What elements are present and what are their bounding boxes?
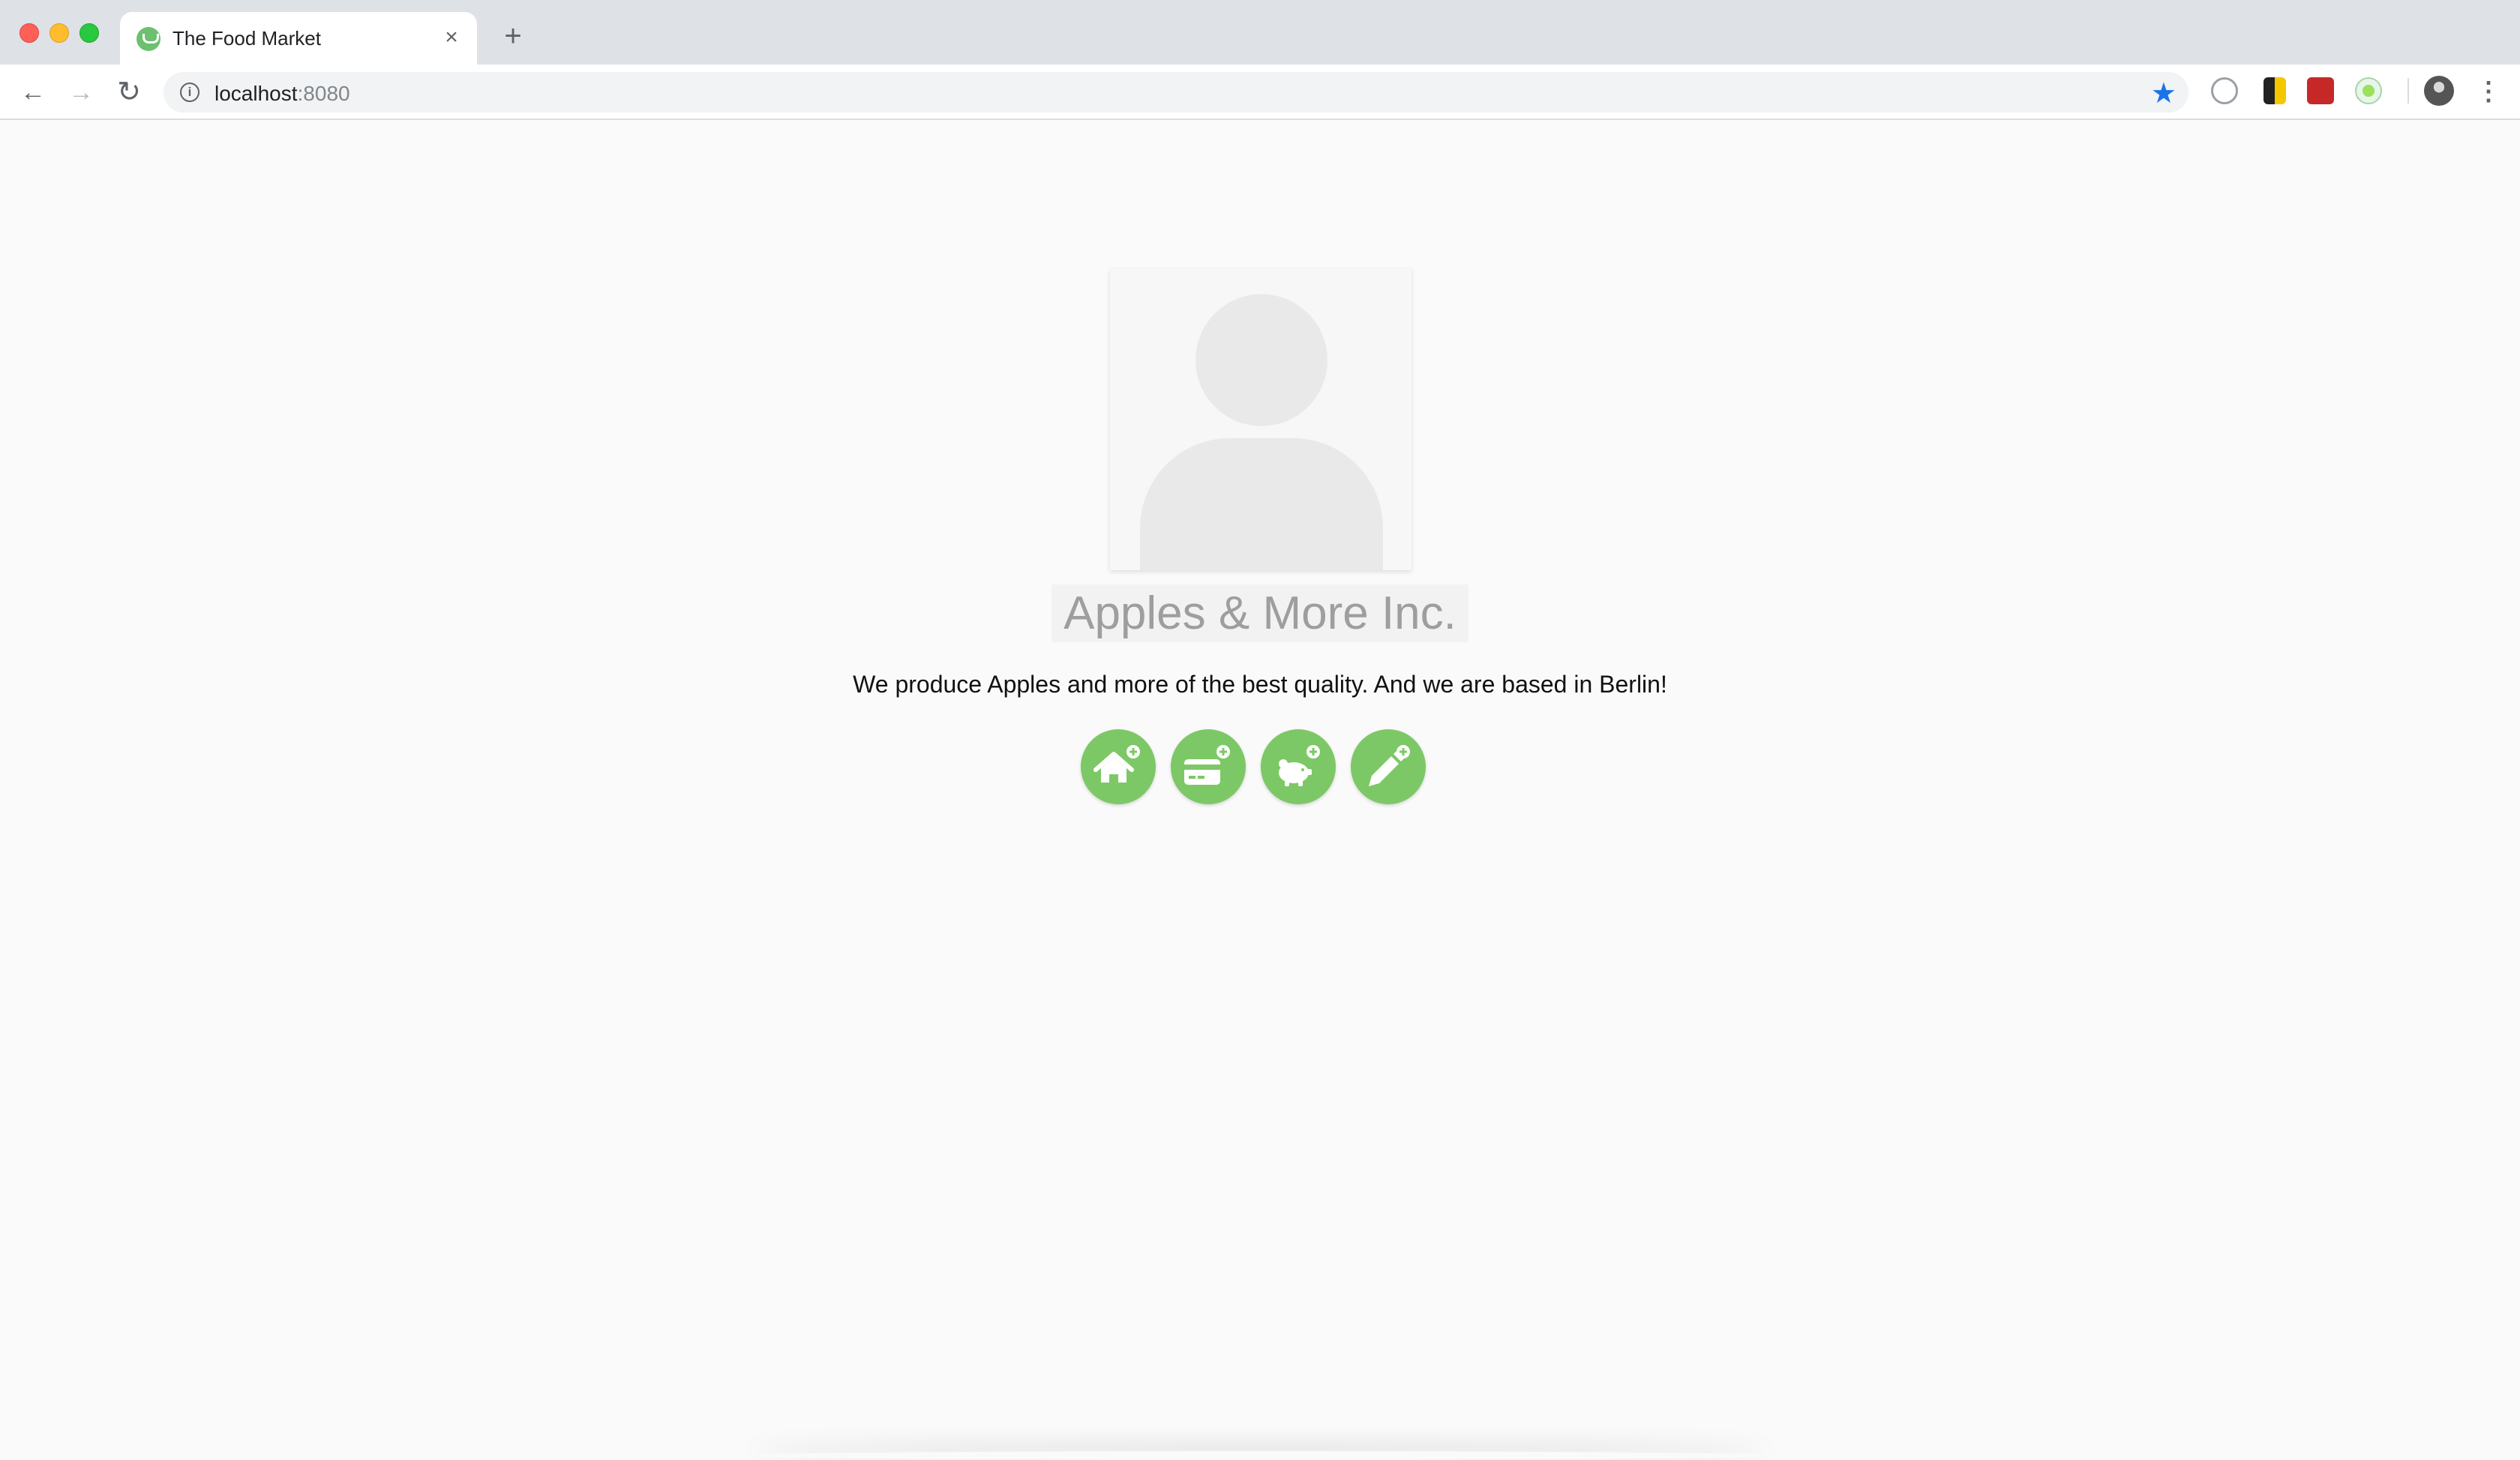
add-home-button[interactable] <box>1081 729 1156 804</box>
extension-circle-icon[interactable] <box>2211 77 2238 104</box>
window-minimize-button[interactable] <box>50 23 69 43</box>
avatar-head-shape <box>1196 294 1328 426</box>
bottom-shadow-edge <box>750 1451 1770 1460</box>
add-edit-button[interactable] <box>1351 729 1426 804</box>
action-buttons <box>1081 729 1426 804</box>
extension-yellow-black-icon[interactable] <box>2264 77 2286 104</box>
back-arrow-icon[interactable]: ← <box>16 76 50 109</box>
window-maximize-button[interactable] <box>80 23 99 43</box>
forward-arrow-icon[interactable]: → <box>64 76 98 109</box>
url-text[interactable]: localhost:8080 <box>214 82 350 106</box>
reload-icon[interactable]: ↻ <box>112 76 146 109</box>
browser-tab[interactable]: The Food Market × <box>120 12 477 65</box>
browser-toolbar: ← → ↻ i localhost:8080 ★ <box>0 65 2520 120</box>
food-market-favicon-icon <box>136 27 160 51</box>
bookmark-star-icon[interactable]: ★ <box>2151 77 2176 110</box>
url-host: localhost <box>214 82 298 105</box>
add-edit-icon <box>1369 745 1410 786</box>
site-info-icon[interactable]: i <box>180 83 200 102</box>
add-card-button[interactable] <box>1171 729 1246 804</box>
window-close-button[interactable] <box>20 23 39 43</box>
url-port: :8080 <box>297 82 350 105</box>
new-tab-button[interactable]: + <box>498 21 528 51</box>
tab-title: The Food Market <box>172 27 321 50</box>
company-name-heading: Apples & More Inc. <box>0 584 2520 642</box>
profile-avatar-icon[interactable] <box>2424 76 2454 106</box>
page-viewport: Apples & More Inc. We produce Apples and… <box>0 120 2520 1460</box>
toolbar-divider <box>2408 78 2409 104</box>
extension-green-icon[interactable] <box>2355 77 2382 104</box>
company-name-text: Apples & More Inc. <box>1052 584 1468 642</box>
add-piggy-bank-button[interactable] <box>1261 729 1336 804</box>
address-bar[interactable]: i localhost:8080 ★ <box>164 72 2188 113</box>
add-home-icon <box>1094 745 1140 783</box>
tab-close-icon[interactable]: × <box>438 24 465 51</box>
avatar-body-shape <box>1140 438 1383 570</box>
add-card-icon <box>1184 745 1230 785</box>
profile-picture-placeholder <box>1110 269 1412 570</box>
browser-menu-icon[interactable]: ⋮ <box>2475 75 2502 108</box>
extension-red-icon[interactable] <box>2307 77 2334 104</box>
browser-titlebar: The Food Market × + <box>0 0 2520 65</box>
company-description: We produce Apples and more of the best q… <box>853 671 1667 698</box>
add-piggy-bank-icon <box>1279 745 1320 786</box>
